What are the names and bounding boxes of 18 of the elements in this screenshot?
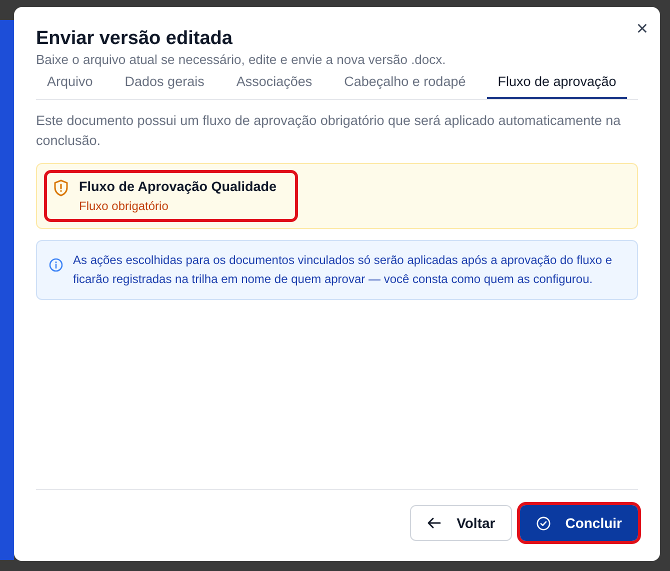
back-button[interactable]: Voltar [410,505,512,541]
close-button[interactable]: × [636,19,648,39]
tab[interactable]: Dados gerais [114,72,216,99]
check-circle-icon [536,516,552,530]
shield-warning-icon [53,178,69,197]
arrow-left-icon [426,517,441,529]
flow-name: Fluxo de Aprovação Qualidade [79,178,277,196]
conclude-button[interactable]: Concluir [520,505,638,541]
dialog-subtitle: Baixe o arquivo atual se necessário, edite e envie a nova versão .docx. [36,50,447,69]
description-text: Este documento possui um fluxo de aprovação obrigatório que será aplicado automaticamente na conclusão. [36,112,622,150]
tab[interactable]: Associações [225,72,324,99]
tab[interactable]: Fluxo de aprovação [486,72,628,99]
dialog-title: Enviar versão editada [36,27,234,51]
flow-tag: Fluxo obrigatório [79,197,277,215]
info-icon [49,258,63,272]
info-text: As ações escolhidas para os documentos vinculados só serão aplicadas após a aprovação do fluxo e ficarão registradas na trilha em nome de quem aprovar — você consta como quem as configurou. [73,252,613,288]
tab[interactable]: Arquivo [36,72,104,99]
tab[interactable]: Cabeçalho e rodapé [333,72,477,99]
